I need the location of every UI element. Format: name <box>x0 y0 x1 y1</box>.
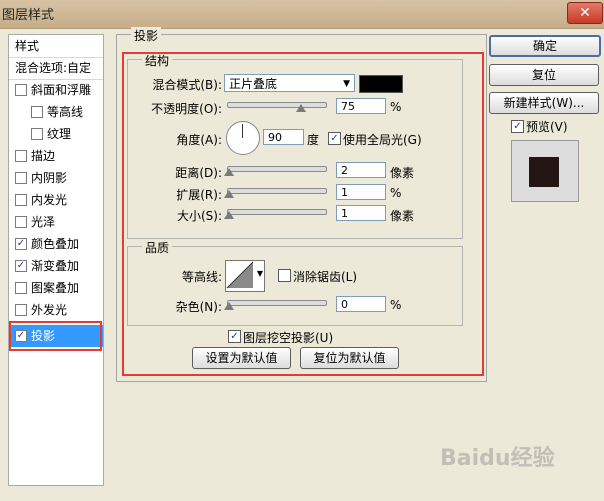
outer-glow-label: 外发光 <box>31 303 68 317</box>
style-item-texture[interactable]: 纹理 <box>9 123 103 145</box>
style-list-header-label: 样式 <box>15 39 40 53</box>
contour-checkbox[interactable] <box>31 106 43 118</box>
preview-swatch <box>529 157 559 187</box>
satin-checkbox[interactable] <box>15 216 27 228</box>
bevel-emboss-label: 斜面和浮雕 <box>31 83 92 97</box>
style-item-inner-glow[interactable]: 内发光 <box>9 189 103 211</box>
close-icon: ✕ <box>579 5 591 21</box>
bevel-emboss-checkbox[interactable] <box>15 84 27 96</box>
stroke-checkbox[interactable] <box>15 150 27 162</box>
satin-label: 光泽 <box>31 215 56 229</box>
selection-highlight-frame <box>9 321 102 351</box>
style-list-header: 样式 <box>9 35 103 58</box>
inner-glow-label: 内发光 <box>31 193 68 207</box>
preview-checkbox[interactable]: ✓ <box>511 120 524 133</box>
outer-glow-checkbox[interactable] <box>15 304 27 316</box>
style-item-outer-glow[interactable]: 外发光 <box>9 299 103 321</box>
style-item-pattern-overlay[interactable]: 图案叠加 <box>9 277 103 299</box>
style-item-gradient-overlay[interactable]: ✓ 渐变叠加 <box>9 255 103 277</box>
color-overlay-label: 颜色叠加 <box>31 237 80 251</box>
gradient-overlay-label: 渐变叠加 <box>31 259 80 273</box>
watermark: Baidu经验 <box>440 446 555 471</box>
texture-label: 纹理 <box>47 127 72 141</box>
reset-button[interactable]: 复位 <box>489 64 599 86</box>
pattern-overlay-checkbox[interactable] <box>15 282 27 294</box>
style-item-stroke[interactable]: 描边 <box>9 145 103 167</box>
style-item-satin[interactable]: 光泽 <box>9 211 103 233</box>
inner-shadow-label: 内阴影 <box>31 171 68 185</box>
new-style-button[interactable]: 新建样式(W)... <box>489 92 599 114</box>
inner-glow-checkbox[interactable] <box>15 194 27 206</box>
style-item-color-overlay[interactable]: ✓ 颜色叠加 <box>9 233 103 255</box>
close-button[interactable]: ✕ <box>567 2 603 24</box>
contour-label: 等高线 <box>47 105 84 119</box>
panel-title: 投影 <box>131 27 162 44</box>
style-item-contour[interactable]: 等高线 <box>9 101 103 123</box>
blend-options-label: 混合选项:自定 <box>15 61 92 75</box>
color-overlay-checkbox[interactable]: ✓ <box>15 238 27 250</box>
ok-button[interactable]: 确定 <box>489 35 601 57</box>
gradient-overlay-checkbox[interactable]: ✓ <box>15 260 27 272</box>
style-list: 样式 混合选项:自定 斜面和浮雕 等高线 纹理 描边 内阴影 内发光 光泽 ✓ … <box>8 34 104 486</box>
window-title: 图层样式 <box>2 8 55 23</box>
stroke-label: 描边 <box>31 149 56 163</box>
style-item-bevel-emboss[interactable]: 斜面和浮雕 <box>9 79 103 101</box>
title-bar: 图层样式 <box>0 0 604 29</box>
blend-options-item[interactable]: 混合选项:自定 <box>9 57 103 80</box>
inner-shadow-checkbox[interactable] <box>15 172 27 184</box>
pattern-overlay-label: 图案叠加 <box>31 281 80 295</box>
style-item-inner-shadow[interactable]: 内阴影 <box>9 167 103 189</box>
preview-label: 预览(V) <box>526 120 568 134</box>
annotation-frame <box>122 52 484 376</box>
texture-checkbox[interactable] <box>31 128 43 140</box>
